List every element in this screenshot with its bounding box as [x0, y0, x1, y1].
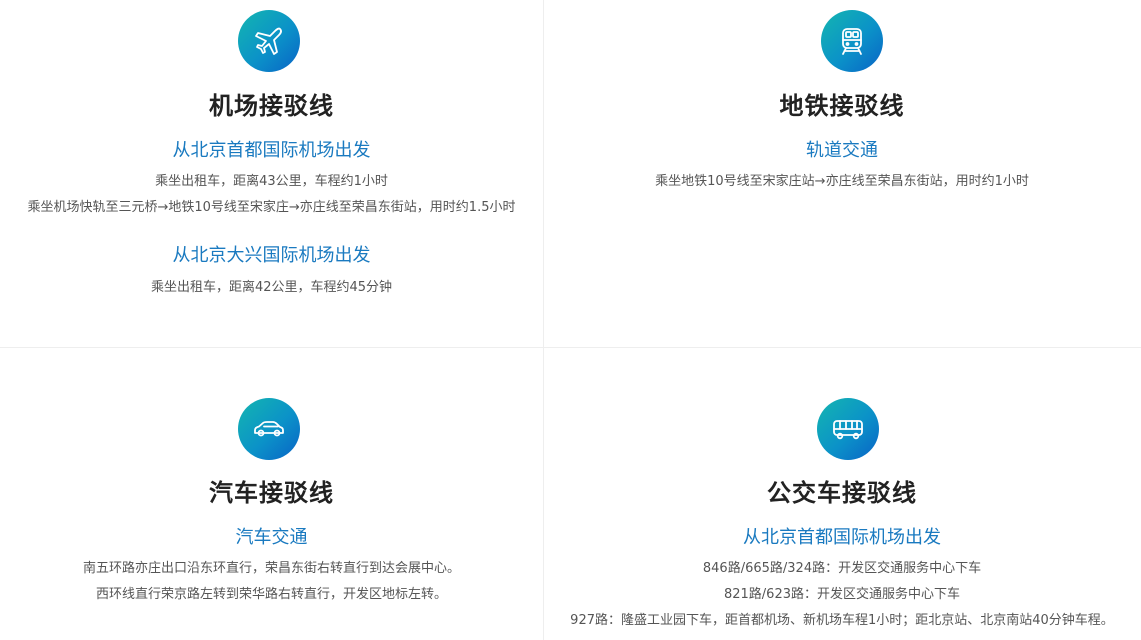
airport-subtitle-capital: 从北京首都国际机场出发: [172, 140, 371, 161]
subway-section: 地铁接驳线 轨道交通 乘坐地铁10号线至宋家庄站→亦庄线至荣昌东街站，用时约1小…: [543, 0, 1141, 347]
bus-line-1: 846路/665路/324路：开发区交通服务中心下车: [702, 561, 982, 576]
airplane-icon: [238, 10, 300, 72]
subway-subtitle: 轨道交通: [806, 140, 878, 161]
car-line-1: 南五环路亦庄出口沿东环直行，荣昌东街右转直行到达会展中心。: [82, 561, 460, 576]
car-title: 汽车接驳线: [209, 479, 334, 507]
airport-daxing-line-1: 乘坐出租车，距离42公里，车程约45分钟: [150, 280, 393, 295]
airport-section: 机场接驳线 从北京首都国际机场出发 乘坐出租车，距离43公里，车程约1小时 乘坐…: [0, 0, 543, 347]
car-subtitle: 汽车交通: [235, 527, 308, 548]
transport-grid: 机场接驳线 从北京首都国际机场出发 乘坐出租车，距离43公里，车程约1小时 乘坐…: [0, 0, 1141, 640]
subway-title: 地铁接驳线: [779, 92, 905, 120]
airport-subtitle-daxing: 从北京大兴国际机场出发: [172, 245, 371, 266]
bus-line-3: 927路：隆盛工业园下车，距首都机场、新机场车程1小时；距北京站、北京南站40分…: [570, 613, 1114, 628]
car-section: 汽车接驳线 汽车交通 南五环路亦庄出口沿东环直行，荣昌东街右转直行到达会展中心。…: [0, 347, 543, 640]
car-line-2: 西环线直行荣京路左转到荣华路右转直行，开发区地标左转。: [95, 587, 447, 602]
airport-capital-line-2: 乘坐机场快轨至三元桥→地铁10号线至宋家庄→亦庄线至荣昌东街站，用时约1.5小时: [27, 200, 516, 215]
bus-subtitle: 从北京首都国际机场出发: [743, 527, 941, 548]
subway-line-1: 乘坐地铁10号线至宋家庄站→亦庄线至荣昌东街站，用时约1小时: [655, 174, 1029, 189]
car-icon: [238, 398, 300, 460]
airport-capital-line-1: 乘坐出租车，距离43公里，车程约1小时: [155, 174, 388, 189]
bus-icon: [817, 398, 879, 460]
airport-title: 机场接驳线: [209, 92, 334, 120]
bus-section: 公交车接驳线 从北京首都国际机场出发 846路/665路/324路：开发区交通服…: [543, 347, 1141, 640]
bus-line-2: 821路/623路：开发区交通服务中心下车: [723, 587, 960, 602]
train-icon: [821, 10, 883, 72]
bus-title: 公交车接驳线: [767, 479, 917, 507]
